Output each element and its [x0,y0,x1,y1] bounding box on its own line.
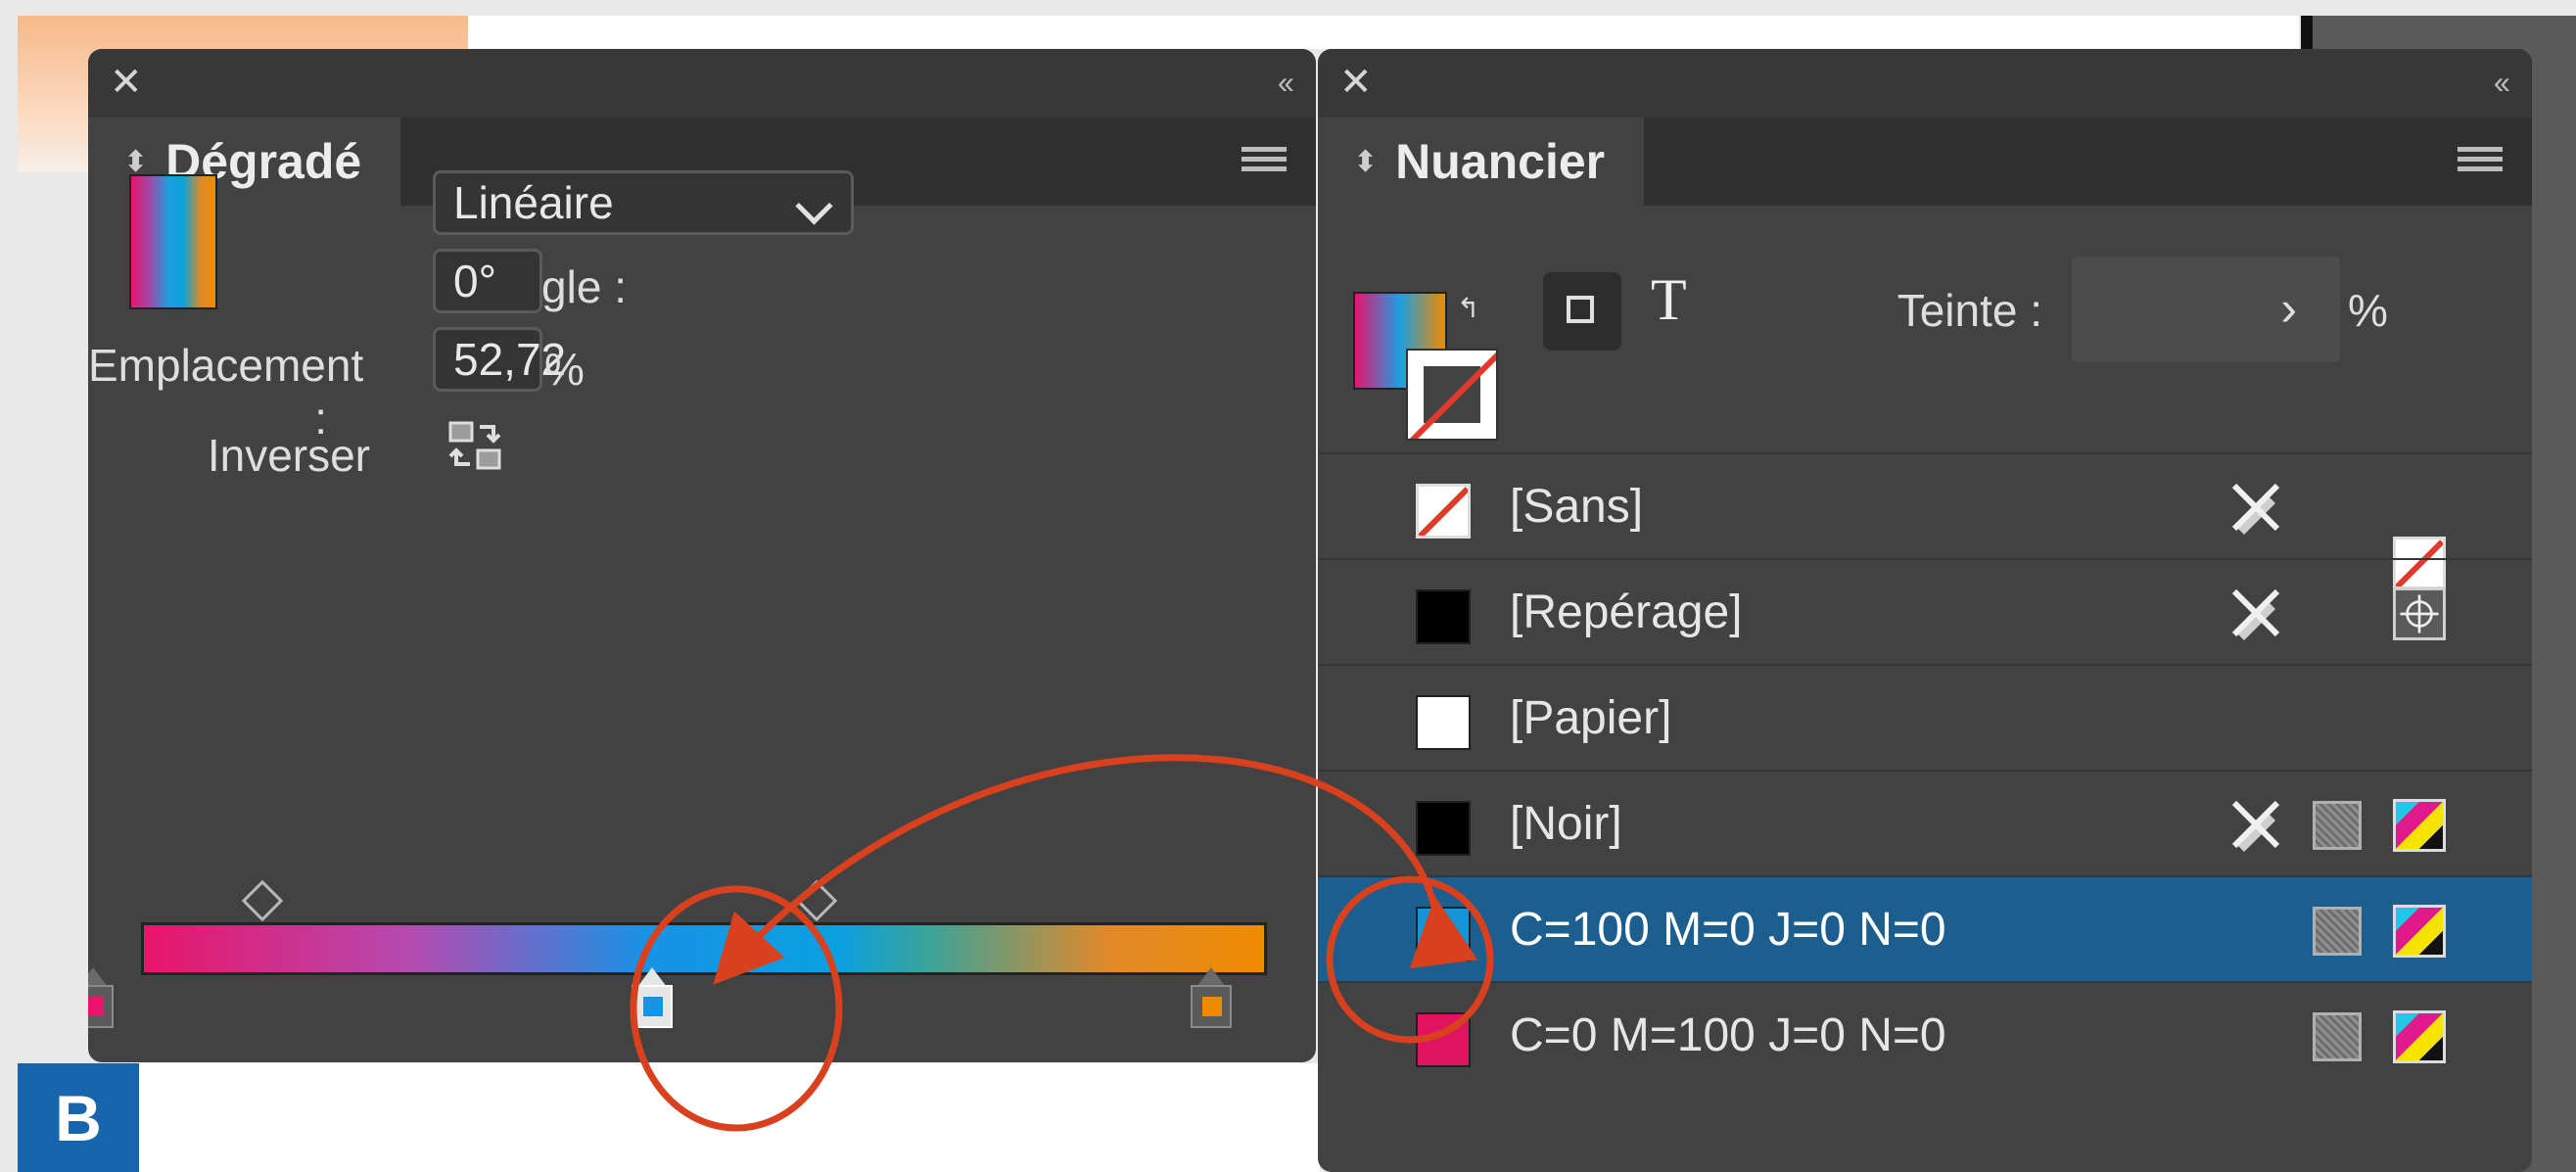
chevron-down-icon [795,187,833,225]
swatch-row-none[interactable]: [Sans] [1318,452,2532,589]
gradient-stop-orange[interactable] [1191,967,1232,1028]
text-format-button[interactable]: T [1651,266,1687,334]
close-icon[interactable]: ✕ [1339,63,1373,102]
type-select-value: Linéaire [453,177,614,228]
swatch-name: [Sans] [1510,481,1644,533]
stop-color-chip [643,997,663,1016]
process-color-icon [2313,1012,2362,1061]
cmyk-mode-icon [2393,905,2446,958]
document-page-bottom [18,1063,1320,1172]
angle-input[interactable]: 0° [433,249,542,313]
gradient-midpoint-handle[interactable] [241,879,284,922]
cmyk-mode-icon [2393,799,2446,852]
process-color-icon [2313,907,2362,956]
stop-color-chip [1202,997,1222,1016]
tab-swatches[interactable]: ⬍ Nuancier [1318,117,1645,206]
tint-label: Teinte : [1897,285,2042,336]
swatch-row-registration[interactable]: [Repérage] [1318,558,2532,664]
registration-icon [2393,587,2446,640]
swatches-panel: ✕ ‹‹ ⬍ Nuancier ↰ T Teinte : › % [Sans] … [1318,49,2532,1172]
panel-menu-icon[interactable] [2458,147,2503,180]
gradient-stop-magenta[interactable] [88,967,114,1028]
swatch-name: C=0 M=100 J=0 N=0 [1510,1009,1946,1061]
panel-titlebar: ✕ ‹‹ [1318,49,2532,117]
gradient-ramp[interactable] [141,922,1267,975]
type-select[interactable]: Linéaire [433,170,854,235]
cmyk-mode-icon [2393,1010,2446,1063]
tint-unit: % [2348,285,2388,336]
gradient-preview-swatch[interactable] [129,174,217,309]
chevron-right-icon[interactable]: › [2280,280,2297,337]
close-icon[interactable]: ✕ [110,63,143,102]
swatch-color-chip [1416,1012,1471,1067]
stroke-swatch[interactable] [1406,349,1498,441]
reverse-label: Inverser [207,430,370,481]
panel-titlebar: ✕ ‹‹ [88,49,1316,117]
location-input[interactable]: 52,72 [433,327,566,392]
swatch-name: [Noir] [1510,798,1622,850]
figure-badge: B [18,1063,139,1172]
collapse-icon[interactable]: ‹‹ [1278,65,1294,101]
swatch-color-chip [1416,589,1471,644]
angle-label: Angle : [486,261,627,312]
gradient-stop-cyan[interactable] [632,967,673,1028]
swatch-row-cyan[interactable]: C=100 M=0 J=0 N=0 [1318,875,2532,981]
swap-icon[interactable]: ↰ [1457,292,1479,324]
location-unit: % [544,344,585,395]
swatch-row-magenta[interactable]: C=0 M=100 J=0 N=0 [1318,981,2532,1087]
panel-tab-row: ⬍ Nuancier [1318,117,2532,206]
swatch-name: [Repérage] [1510,586,1743,638]
angle-value: 0° [453,256,496,306]
gradient-midpoint-handle[interactable] [795,879,838,922]
tint-input[interactable]: › [2072,257,2340,362]
tab-label: Nuancier [1395,134,1606,189]
panel-menu-icon[interactable] [1241,147,1287,180]
stop-color-chip [88,997,104,1016]
updown-icon: ⬍ [1353,145,1379,178]
swatch-row-paper[interactable]: [Papier] [1318,664,2532,770]
collapse-icon[interactable]: ‹‹ [2494,65,2510,101]
swatch-row-black[interactable]: [Noir] [1318,770,2532,875]
swatch-color-chip [1416,907,1471,961]
swatch-name: [Papier] [1510,692,1672,744]
no-edit-icon [2231,588,2280,640]
swatch-color-chip [1416,695,1471,750]
reverse-icon[interactable] [448,419,503,474]
gradient-panel: ✕ ‹‹ ⬍ Dégradé Type : Linéaire Angle : 0… [88,49,1316,1062]
swatch-color-chip [1416,801,1471,856]
fill-stroke-control[interactable]: ↰ [1353,292,1498,441]
process-color-icon [2313,801,2362,850]
document-page [468,16,2299,49]
swatch-name: C=100 M=0 J=0 N=0 [1510,904,1946,956]
container-format-button[interactable] [1543,272,1621,351]
no-edit-icon [2231,800,2280,852]
no-edit-icon [2231,483,2280,535]
square-icon [1567,296,1594,323]
swatch-none-icon [1416,484,1471,539]
